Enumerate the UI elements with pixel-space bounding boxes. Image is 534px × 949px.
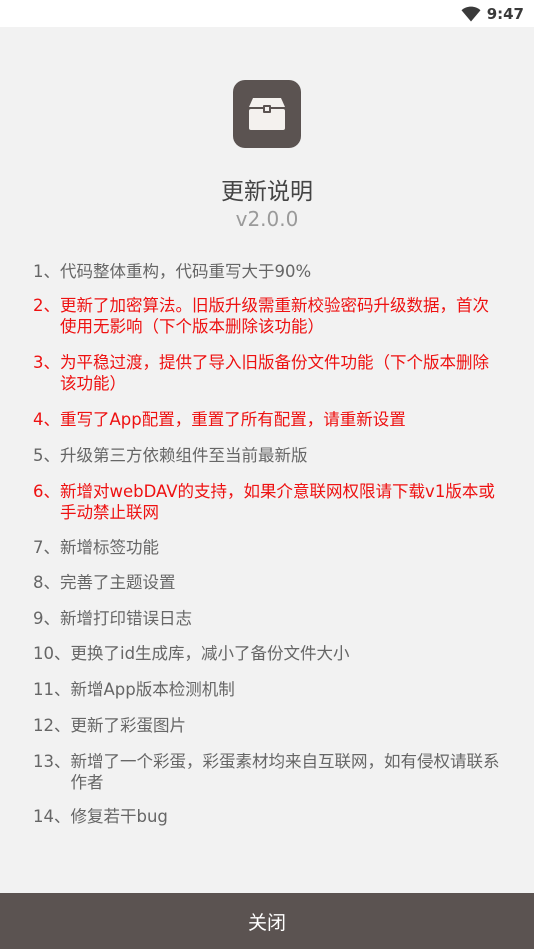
toolbox-icon (233, 80, 301, 148)
item-number: 3、 (33, 353, 60, 372)
dialog-title: 更新说明 (221, 179, 313, 205)
item-text: 更新了彩蛋图片 (70, 716, 187, 735)
item-number: 5、 (33, 446, 60, 465)
changelog-item-2: 2、 更新了加密算法。旧版升级需重新校验密码升级数据，首次使用无影响（下个版本删除… (33, 295, 503, 337)
item-number: 1、 (33, 262, 60, 281)
changelog-item-11: 11、 新增App版本检测机制 (33, 679, 503, 700)
changelog-item-3: 3、 为平稳过渡，提供了导入旧版备份文件功能（下个版本删除该功能） (33, 352, 503, 394)
changelog-item-14: 14、 修复若干bug (33, 806, 503, 827)
item-text: 代码整体重构，代码重写大于90% (60, 262, 312, 281)
item-text: 更新了加密算法。旧版升级需重新校验密码升级数据，首次使用无影响（下个版本删除该功… (60, 296, 489, 336)
item-number: 11、 (33, 680, 71, 699)
changelog-item-12: 12、 更新了彩蛋图片 (33, 715, 503, 736)
item-text: 新增标签功能 (60, 538, 159, 557)
item-text: 新增对webDAV的支持，如果介意联网权限请下载v1版本或手动禁止联网 (60, 482, 495, 522)
item-number: 4、 (33, 410, 60, 429)
update-notes-dialog: 更新说明 v2.0.0 1、 代码整体重构，代码重写大于90% 2、 更新了加密算法… (0, 27, 534, 893)
status-bar: 9:47 (0, 0, 534, 27)
item-number: 13、 (33, 752, 71, 771)
item-number: 12、 (33, 716, 71, 735)
changelog-item-10: 10、 更换了id生成库，减小了备份文件大小 (33, 643, 503, 664)
item-number: 7、 (33, 538, 60, 557)
status-indicators: 9:47 (461, 4, 524, 24)
changelog-item-8: 8、 完善了主题设置 (33, 572, 503, 593)
item-number: 6、 (33, 482, 60, 501)
status-time: 9:47 (486, 5, 524, 23)
changelog-item-5: 5、 升级第三方依赖组件至当前最新版 (33, 445, 503, 466)
item-text: 为平稳过渡，提供了导入旧版备份文件功能（下个版本删除该功能） (60, 353, 489, 393)
changelog-item-6: 6、 新增对webDAV的支持，如果介意联网权限请下载v1版本或手动禁止联网 (33, 481, 503, 523)
changelog-item-4: 4、 重写了App配置，重置了所有配置，请重新设置 (33, 409, 503, 430)
item-text: 新增了一个彩蛋，彩蛋素材均来自互联网，如有侵权请联系作者 (70, 752, 500, 792)
item-number: 8、 (33, 573, 60, 592)
changelog-item-9: 9、 新增打印错误日志 (33, 608, 503, 629)
item-text: 更换了id生成库，减小了备份文件大小 (70, 644, 350, 663)
changelog-item-1: 1、 代码整体重构，代码重写大于90% (33, 261, 503, 282)
close-button[interactable]: 关闭 (0, 893, 534, 949)
item-number: 2、 (33, 296, 60, 315)
changelog-item-13: 13、 新增了一个彩蛋，彩蛋素材均来自互联网，如有侵权请联系作者 (33, 751, 503, 793)
version-label: v2.0.0 (235, 207, 299, 231)
item-text: 升级第三方依赖组件至当前最新版 (60, 446, 308, 465)
item-text: 新增打印错误日志 (60, 609, 192, 628)
item-text: 修复若干bug (70, 807, 168, 826)
wifi-icon (461, 6, 481, 22)
changelog-item-7: 7、 新增标签功能 (33, 537, 503, 558)
item-text: 完善了主题设置 (60, 573, 176, 592)
item-number: 9、 (33, 609, 60, 628)
item-number: 10、 (33, 644, 71, 663)
item-text: 新增App版本检测机制 (70, 680, 235, 699)
item-text: 重写了App配置，重置了所有配置，请重新设置 (60, 410, 406, 429)
item-number: 14、 (33, 807, 71, 826)
